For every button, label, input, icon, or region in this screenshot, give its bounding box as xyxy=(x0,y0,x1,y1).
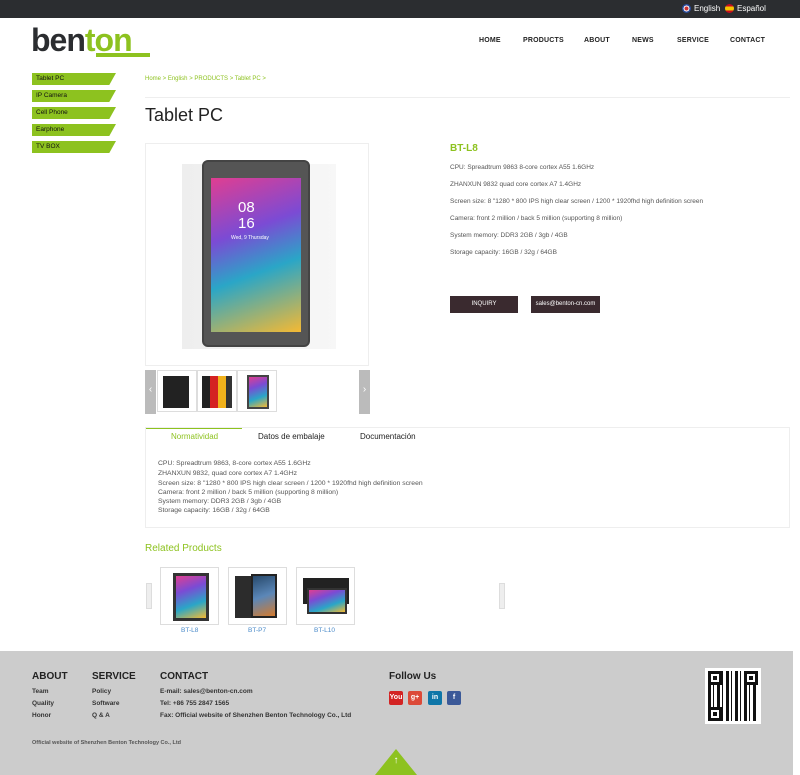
uk-flag-icon xyxy=(682,4,691,13)
page-title: Tablet PC xyxy=(145,105,224,125)
tablet-screen: 08 16 Wed, 9 Thursday xyxy=(211,178,301,332)
linkedin-icon[interactable]: in xyxy=(428,691,442,705)
sidebar-item-ip-camera[interactable]: IP Camera xyxy=(32,90,116,102)
footer-follow-title: Follow Us xyxy=(389,671,437,682)
footer-service-title: SERVICE xyxy=(92,671,136,682)
thumbnail-1[interactable] xyxy=(157,370,197,412)
logo-underline xyxy=(96,53,150,57)
sidebar-item-cell-phone[interactable]: Cell Phone xyxy=(32,107,116,119)
arrow-up-icon: ↑ xyxy=(393,755,399,766)
language-spanish[interactable]: Español xyxy=(725,4,766,13)
tablet-device-image: 08 16 Wed, 9 Thursday xyxy=(202,160,310,347)
spain-flag-icon xyxy=(725,4,734,13)
spec-line: Storage capacity: 16GB / 32g / 64GB xyxy=(450,249,557,256)
related-image-bt-l8 xyxy=(173,573,209,621)
qr-code xyxy=(705,668,761,724)
footer-contact-title: CONTACT xyxy=(160,671,209,682)
footer-contact-email[interactable]: E-mail: sales@benton-cn.com xyxy=(160,688,253,695)
thumb-prev-button[interactable]: ‹ xyxy=(145,370,156,414)
email-button[interactable]: sales@benton-cn.com xyxy=(531,296,600,313)
qr-finder xyxy=(708,671,722,685)
product-main-image[interactable]: 08 16 Wed, 9 Thursday xyxy=(145,143,369,366)
nav-contact[interactable]: CONTACT xyxy=(730,37,765,44)
nav-news[interactable]: NEWS xyxy=(632,37,654,44)
footer-contact-fax: Fax: Official website of Shenzhen Benton… xyxy=(160,712,352,719)
screen-time: 08 16 xyxy=(238,199,255,232)
thumb-red-stripe xyxy=(210,376,218,408)
logo-text-dark: ben xyxy=(31,22,86,58)
description-line: ZHANXUN 9832, quad core cortex A7 1.4GHz xyxy=(158,470,298,477)
thumbnail-2[interactable] xyxy=(197,370,237,412)
thumbnail-3[interactable] xyxy=(237,370,277,412)
thumb-tablet-front xyxy=(247,375,269,409)
product-name: BT-L8 xyxy=(450,143,478,154)
description-line: Storage capacity: 16GB / 32g / 64GB xyxy=(158,507,270,514)
nav-about[interactable]: ABOUT xyxy=(584,37,610,44)
spec-line: Screen size: 8 "1280 * 800 IPS high clea… xyxy=(450,198,704,205)
spec-line: ZHANXUN 9832 quad core cortex A7 1.4GHz xyxy=(450,181,582,188)
related-image-bt-l10-front xyxy=(307,588,347,614)
related-label-bt-p7[interactable]: BT-P7 xyxy=(248,627,266,634)
description-line: Camera: front 2 million / back 5 million… xyxy=(158,489,339,496)
facebook-icon[interactable]: f xyxy=(447,691,461,705)
active-tab-indicator xyxy=(146,428,242,429)
language-english-label: English xyxy=(694,4,721,13)
footer-about-title: ABOUT xyxy=(32,671,68,682)
description-line: System memory: DDR3 2GB / 3gb / 4GB xyxy=(158,498,282,505)
spec-line: System memory: DDR3 2GB / 3gb / 4GB xyxy=(450,232,568,239)
footer-copyright: Official website of Shenzhen Benton Tech… xyxy=(32,740,182,746)
language-english[interactable]: English xyxy=(682,4,720,13)
thumbnail-strip: ‹ › xyxy=(145,370,370,414)
related-prev-button[interactable] xyxy=(146,583,152,609)
footer-link-quality[interactable]: Quality xyxy=(32,700,54,707)
qr-finder xyxy=(744,671,758,685)
language-spanish-label: Español xyxy=(737,4,766,13)
thumb-yellow-stripe xyxy=(218,376,226,408)
related-label-bt-l8[interactable]: BT-L8 xyxy=(181,627,198,634)
footer-link-team[interactable]: Team xyxy=(32,688,49,695)
footer-link-software[interactable]: Software xyxy=(92,700,119,707)
breadcrumb[interactable]: Home > English > PRODUCTS > Tablet PC > xyxy=(145,76,266,82)
related-label-bt-l10[interactable]: BT-L10 xyxy=(314,627,335,634)
qr-finder xyxy=(708,707,722,721)
thumb-black-back xyxy=(163,376,189,408)
related-card-bt-p7[interactable] xyxy=(228,567,287,625)
top-bar xyxy=(0,0,800,18)
sidebar-item-earphone[interactable]: Earphone xyxy=(32,124,116,136)
footer-link-policy[interactable]: Policy xyxy=(92,688,111,695)
footer-link-honor[interactable]: Honor xyxy=(32,712,51,719)
related-image-bt-p7-front xyxy=(251,574,277,618)
youtube-icon[interactable]: You xyxy=(389,691,403,705)
sidebar-item-tablet-pc[interactable]: Tablet PC xyxy=(32,73,116,85)
related-card-bt-l10[interactable] xyxy=(296,567,355,625)
tab-documentacion[interactable]: Documentación xyxy=(360,432,416,441)
spec-line: CPU: Spreadtrum 9863 8-core cortex A55 1… xyxy=(450,164,595,171)
related-card-bt-l8[interactable] xyxy=(160,567,219,625)
sidebar-item-tv-box[interactable]: TV BOX xyxy=(32,141,116,153)
divider xyxy=(145,97,790,98)
inquiry-button[interactable]: INQUIRY xyxy=(450,296,518,313)
tab-normatividad[interactable]: Normatividad xyxy=(171,432,218,441)
tab-datos-embalaje[interactable]: Datos de embalaje xyxy=(258,432,325,441)
footer-link-qa[interactable]: Q & A xyxy=(92,712,110,719)
footer-contact-tel: Tel: +86 755 2847 1565 xyxy=(160,700,230,707)
thumb-black-stripe xyxy=(202,376,210,408)
thumb-dark-stripe xyxy=(226,376,232,408)
description-line: Screen size: 8 "1280 * 800 IPS high clea… xyxy=(158,480,423,487)
nav-home[interactable]: HOME xyxy=(479,37,501,44)
description-line: CPU: Spreadtrum 9863, 8-core cortex A55 … xyxy=(158,460,311,467)
google-plus-icon[interactable]: g+ xyxy=(408,691,422,705)
related-products-title: Related Products xyxy=(145,543,222,554)
thumb-next-button[interactable]: › xyxy=(359,370,370,414)
screen-date: Wed, 9 Thursday xyxy=(231,235,269,241)
spec-line: Camera: front 2 million / back 5 million… xyxy=(450,215,623,222)
nav-service[interactable]: SERVICE xyxy=(677,37,709,44)
qr-pattern xyxy=(708,671,758,721)
site-header: benton HOME PRODUCTS ABOUT NEWS SERVICE … xyxy=(0,18,800,70)
related-next-button[interactable] xyxy=(499,583,505,609)
nav-products[interactable]: PRODUCTS xyxy=(523,37,564,44)
